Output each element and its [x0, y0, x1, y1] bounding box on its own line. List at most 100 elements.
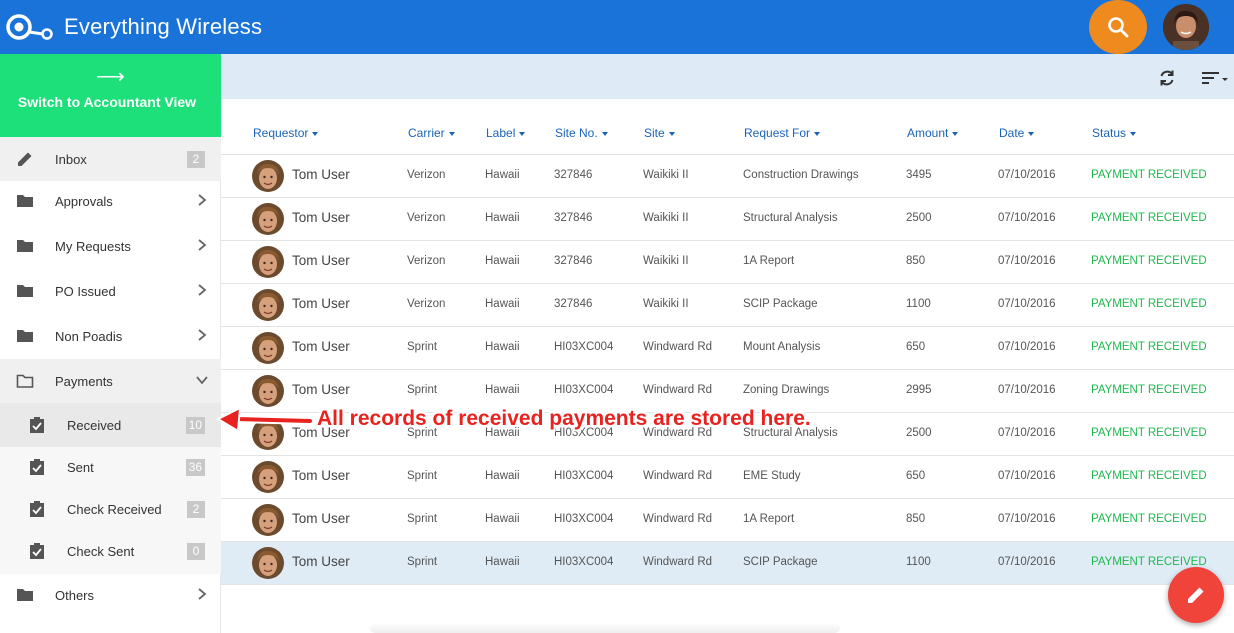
folder-icon — [17, 330, 33, 342]
folder-icon — [17, 589, 33, 601]
sidebar-item-payments[interactable]: Payments — [0, 359, 221, 403]
search-button[interactable] — [1089, 0, 1147, 54]
sidebar-item-label: Inbox — [55, 151, 87, 167]
cell-carrier: Sprint — [407, 384, 438, 396]
cell-amount: 650 — [906, 341, 926, 353]
chevron-right-icon — [198, 284, 207, 296]
sidebar-item-check-received[interactable]: Check Received 2 — [0, 487, 221, 531]
pencil-icon — [1188, 587, 1204, 603]
chevron-right-icon — [198, 194, 207, 206]
cell-request-for: Structural Analysis — [743, 212, 838, 224]
column-header-label[interactable]: Label — [486, 126, 526, 140]
cell-status: PAYMENT RECEIVED — [1091, 298, 1207, 310]
column-header-requestor[interactable]: Requestor — [253, 126, 319, 140]
sidebar-item-po-issued[interactable]: PO Issued — [0, 269, 221, 313]
table-row[interactable]: Tom User Sprint Hawaii HI03XC004 Windward Rd… — [221, 499, 1234, 542]
cell-date: 07/10/2016 — [998, 470, 1056, 482]
sidebar-item-check-sent[interactable]: Check Sent 0 — [0, 529, 221, 573]
sidebar-item-sent[interactable]: Sent 36 — [0, 445, 221, 489]
requestor-avatar — [252, 375, 284, 407]
cell-label: Hawaii — [485, 298, 520, 310]
cell-site-no: HI03XC004 — [554, 341, 614, 353]
sidebar-item-label: PO Issued — [55, 283, 116, 299]
table-row[interactable]: Tom User Sprint Hawaii HI03XC004 Windward Rd… — [221, 327, 1234, 370]
cell-requestor: Tom User — [292, 210, 350, 225]
cell-carrier: Verizon — [407, 169, 446, 181]
requestor-avatar — [252, 203, 284, 235]
table-row[interactable]: Tom User Sprint Hawaii HI03XC004 Windward Rd… — [221, 456, 1234, 499]
sidebar-item-label: My Requests — [55, 238, 131, 254]
requestor-avatar — [252, 289, 284, 321]
cell-site: Windward Rd — [643, 513, 713, 525]
cell-request-for: Zoning Drawings — [743, 384, 830, 396]
sidebar-item-label: Check Sent — [67, 543, 135, 559]
cell-status: PAYMENT RECEIVED — [1091, 427, 1207, 439]
avatar-image — [1163, 4, 1209, 50]
clipboard-check-icon — [30, 459, 44, 475]
cell-site-no: HI03XC004 — [554, 556, 614, 568]
cell-carrier: Verizon — [407, 298, 446, 310]
cell-label: Hawaii — [485, 255, 520, 267]
cell-amount: 3495 — [906, 169, 932, 181]
requestor-avatar — [252, 332, 284, 364]
arrow-right-icon: ⟶ — [96, 66, 125, 88]
folder-icon — [17, 240, 33, 252]
cell-date: 07/10/2016 — [998, 255, 1056, 267]
sidebar-item-label: Payments — [55, 373, 113, 389]
column-header-carrier[interactable]: Carrier — [408, 126, 455, 140]
column-header-label: Label — [486, 126, 516, 140]
column-header-site[interactable]: Site — [644, 126, 675, 140]
requestor-avatar — [252, 504, 284, 536]
sidebar-item-inbox[interactable]: Inbox 2 — [0, 137, 221, 181]
column-header-label: Carrier — [408, 126, 445, 140]
table-row[interactable]: Tom User Verizon Hawaii 327846 Waikiki II Str… — [221, 198, 1234, 241]
sidebar-item-approvals[interactable]: Approvals — [0, 179, 221, 223]
table-row[interactable]: Tom User Verizon Hawaii 327846 Waikiki II 1A … — [221, 241, 1234, 284]
logo-icon — [6, 14, 53, 40]
cell-request-for: SCIP Package — [743, 298, 818, 310]
caret-down-icon — [814, 131, 821, 136]
cell-date: 07/10/2016 — [998, 298, 1056, 310]
cell-carrier: Sprint — [407, 556, 438, 568]
sidebar-item-others[interactable]: Others — [0, 573, 221, 617]
column-header-label: Request For — [744, 126, 811, 140]
sidebar-item-received[interactable]: Received 10 — [0, 403, 221, 447]
column-header-request-for[interactable]: Request For — [744, 126, 821, 140]
column-header-date[interactable]: Date — [999, 126, 1035, 140]
sidebar-item-label: Approvals — [55, 193, 113, 209]
compose-button[interactable] — [1168, 567, 1224, 623]
cell-status: PAYMENT RECEIVED — [1091, 513, 1207, 525]
column-header-status[interactable]: Status — [1092, 126, 1137, 140]
sort-icon[interactable] — [1201, 70, 1229, 86]
annotation-arrow-icon — [215, 406, 314, 433]
cell-date: 07/10/2016 — [998, 169, 1056, 181]
clipboard-check-icon — [30, 417, 44, 433]
bottom-shadow — [370, 623, 840, 633]
sidebar-item-non-poadis[interactable]: Non Poadis — [0, 314, 221, 358]
caret-down-icon — [952, 131, 959, 136]
cell-status: PAYMENT RECEIVED — [1091, 341, 1207, 353]
cell-label: Hawaii — [485, 169, 520, 181]
count-badge: 2 — [187, 501, 205, 518]
column-header-amount[interactable]: Amount — [907, 126, 959, 140]
pencil-icon — [18, 152, 32, 166]
switch-accountant-view-button[interactable]: ⟶ Switch to Accountant View — [0, 54, 221, 137]
top-app-bar: Everything Wireless — [0, 0, 1234, 54]
cell-date: 07/10/2016 — [998, 384, 1056, 396]
table-row[interactable]: Tom User Verizon Hawaii 327846 Waikiki II Con… — [221, 155, 1234, 198]
count-badge: 0 — [187, 543, 205, 560]
sidebar-item-my-requests[interactable]: My Requests — [0, 224, 221, 268]
column-header-site-no[interactable]: Site No. — [555, 126, 608, 140]
sidebar-item-label: Check Received — [67, 501, 162, 517]
cell-date: 07/10/2016 — [998, 513, 1056, 525]
cell-site: Waikiki II — [643, 298, 689, 310]
cell-requestor: Tom User — [292, 339, 350, 354]
chevron-right-icon — [198, 329, 207, 341]
refresh-icon[interactable] — [1157, 68, 1177, 88]
cell-site-no: 327846 — [554, 212, 593, 224]
cell-site: Windward Rd — [643, 556, 713, 568]
user-avatar[interactable] — [1163, 4, 1209, 50]
cell-request-for: EME Study — [743, 470, 801, 482]
table-row[interactable]: Tom User Verizon Hawaii 327846 Waikiki II SCI… — [221, 284, 1234, 327]
table-row[interactable]: Tom User Sprint Hawaii HI03XC004 Windward Rd… — [221, 542, 1234, 585]
